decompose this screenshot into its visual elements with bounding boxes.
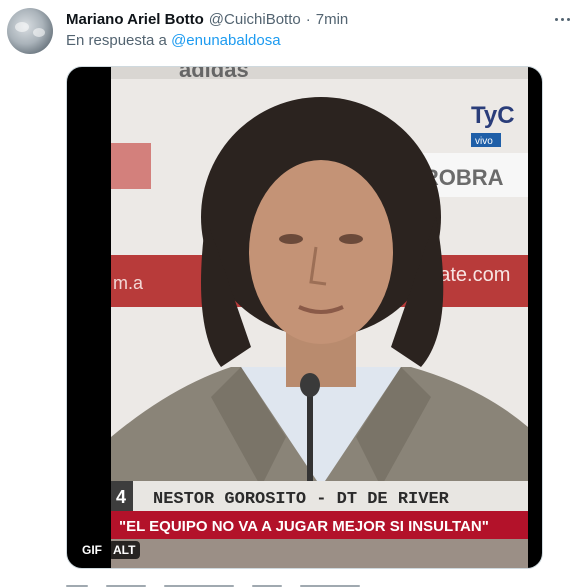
more-horizontal-icon bbox=[554, 17, 558, 21]
next-line-fragment bbox=[66, 577, 526, 587]
sponsor-top-text: adidas bbox=[179, 67, 249, 82]
broadcaster-sub: vivo bbox=[475, 136, 493, 147]
author-name[interactable]: Mariano Ariel Botto bbox=[66, 11, 204, 28]
quote-ticker: "EL EQUIPO NO VA A JUGAR MEJOR SI INSULT… bbox=[119, 518, 489, 535]
more-options-button[interactable] bbox=[550, 10, 574, 28]
broadcaster-logo: TyC bbox=[471, 102, 515, 129]
tweet-header: Mariano Ariel Botto @CuichiBotto · 7min bbox=[66, 9, 348, 29]
lower-third-number: 4 bbox=[116, 487, 126, 507]
meta-separator: · bbox=[305, 10, 311, 28]
alt-badge[interactable]: ALT bbox=[108, 541, 141, 559]
reply-prefix: En respuesta a bbox=[66, 32, 167, 49]
author-handle[interactable]: @CuichiBotto bbox=[209, 11, 301, 28]
press-conference-frame: adidas TyC vivo KROBRA m.a rplate.com 4 … bbox=[111, 67, 528, 568]
gif-frame: adidas TyC vivo KROBRA m.a rplate.com 4 … bbox=[111, 67, 528, 568]
more-dot bbox=[566, 17, 570, 21]
tweet-card: Mariano Ariel Botto @CuichiBotto · 7min … bbox=[0, 0, 586, 587]
tweet-time[interactable]: 7min bbox=[316, 11, 349, 28]
reply-to-link[interactable]: @enunabaldosa bbox=[171, 32, 280, 49]
media-gif[interactable]: adidas TyC vivo KROBRA m.a rplate.com 4 … bbox=[66, 66, 543, 569]
more-dot bbox=[560, 17, 564, 21]
gif-badge[interactable]: GIF bbox=[77, 541, 107, 559]
avatar[interactable] bbox=[7, 8, 53, 54]
sponsor-left-text: m.a bbox=[113, 273, 144, 293]
lower-third-name: NESTOR GOROSITO - DT DE RIVER bbox=[153, 490, 450, 509]
reply-context: En respuesta a @enunabaldosa bbox=[66, 32, 281, 49]
